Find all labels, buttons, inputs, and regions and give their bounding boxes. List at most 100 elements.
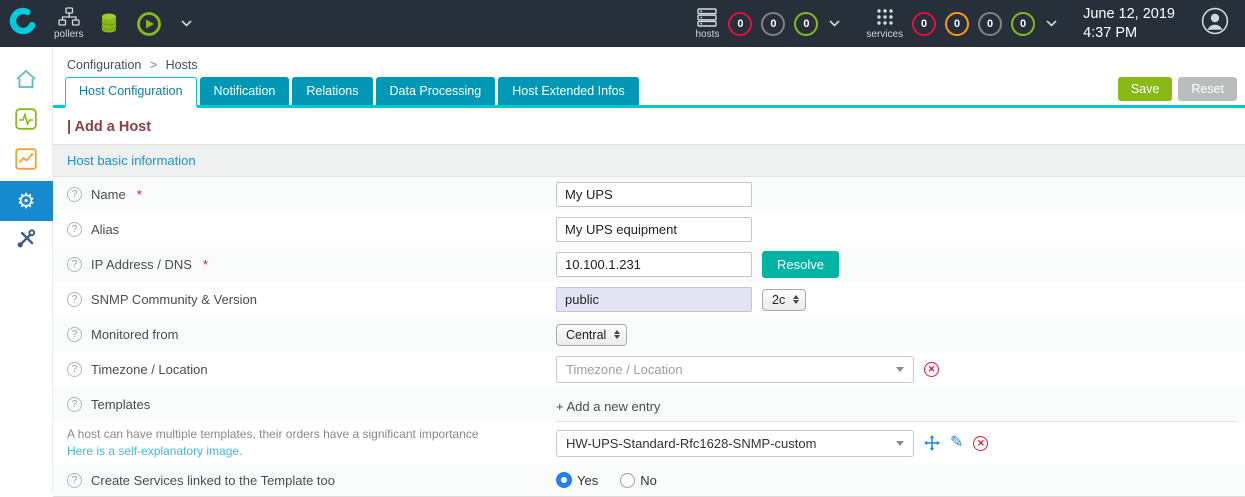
snmp-version-value: 2c — [772, 293, 785, 307]
hosts-menu[interactable]: hosts — [695, 8, 719, 40]
form-row-alias: Alias — [53, 212, 1245, 247]
help-question-icon[interactable] — [67, 187, 82, 202]
sidebar-item-configuration[interactable]: ⚙ — [0, 181, 53, 221]
name-label: Name — [91, 187, 126, 202]
hosts-up-badge[interactable]: 0 — [794, 12, 818, 36]
home-icon — [15, 69, 37, 94]
hosts-chevron-down-icon[interactable] — [829, 20, 840, 27]
dropdown-arrow-icon — [896, 367, 904, 372]
tab-relations[interactable]: Relations — [292, 77, 372, 105]
pollers-icon — [58, 7, 80, 27]
app-window: pollers ho — [0, 0, 1245, 491]
alias-input[interactable] — [556, 217, 752, 242]
main-content: Configuration > Hosts Host Configuration… — [53, 47, 1245, 491]
templates-label: Templates — [91, 397, 150, 412]
snmp-community-input[interactable] — [556, 287, 752, 312]
tab-host-configuration[interactable]: Host Configuration — [65, 77, 197, 108]
centreon-logo[interactable] — [0, 0, 46, 47]
services-menu[interactable]: services — [866, 7, 903, 40]
save-button[interactable]: Save — [1118, 77, 1173, 101]
template-selected-value: HW-UPS-Standard-Rfc1628-SNMP-custom — [566, 436, 816, 451]
tools-wrench-icon — [15, 228, 37, 255]
services-critical-badge[interactable]: 0 — [912, 12, 936, 36]
form-row-monitored-from: Monitored from Central — [53, 317, 1245, 352]
radio-unselected-icon — [620, 473, 635, 488]
ip-address-input[interactable] — [556, 252, 752, 277]
breadcrumb: Configuration > Hosts — [53, 47, 1245, 78]
tab-host-extended-infos[interactable]: Host Extended Infos — [498, 77, 639, 105]
select-arrows-icon — [793, 295, 799, 304]
form-row-templates: Templates + Add a new entry — [53, 387, 1245, 422]
hosts-icon — [697, 8, 717, 27]
breadcrumb-hosts-link[interactable]: Hosts — [166, 58, 198, 72]
form-row-ip-address: IP Address / DNS * Resolve — [53, 247, 1245, 282]
breadcrumb-separator: > — [150, 58, 157, 72]
chevron-down-icon[interactable] — [181, 20, 192, 27]
database-icon — [99, 12, 119, 35]
sidebar-item-administration[interactable] — [0, 221, 53, 261]
tab-bar: Host Configuration Notification Relation… — [53, 78, 1245, 108]
gear-icon: ⚙ — [17, 191, 36, 212]
services-chevron-down-icon[interactable] — [1046, 20, 1057, 27]
user-profile-button[interactable] — [1201, 7, 1229, 40]
timezone-clear-icon[interactable] — [924, 362, 939, 377]
tab-data-processing[interactable]: Data Processing — [376, 77, 496, 105]
hosts-label: hosts — [695, 29, 719, 40]
select-arrows-icon — [614, 330, 620, 339]
add-template-entry-link[interactable]: + Add a new entry — [556, 399, 660, 414]
help-question-icon[interactable] — [67, 362, 82, 377]
help-question-icon[interactable] — [67, 397, 82, 412]
snmp-label: SNMP Community & Version — [91, 292, 257, 307]
services-pending-badge[interactable]: 0 — [978, 12, 1002, 36]
time-text: 4:37 PM — [1083, 24, 1175, 43]
monitored-from-select[interactable]: Central — [556, 324, 627, 346]
form-row-timezone: Timezone / Location Timezone / Location — [53, 352, 1245, 387]
services-icon — [875, 7, 895, 27]
timezone-label: Timezone / Location — [91, 362, 208, 377]
help-question-icon[interactable] — [67, 292, 82, 307]
database-menu[interactable] — [99, 12, 119, 35]
sidebar: ⚙ — [0, 47, 53, 491]
tab-notification[interactable]: Notification — [200, 77, 290, 105]
form-row-template-entry: A host can have multiple templates, thei… — [53, 422, 1245, 464]
template-delete-icon[interactable] — [973, 436, 988, 451]
form-row-snmp: SNMP Community & Version 2c — [53, 282, 1245, 317]
snmp-version-select[interactable]: 2c — [762, 289, 806, 311]
sidebar-item-reporting[interactable] — [0, 141, 53, 181]
templates-help-text: A host can have multiple templates, thei… — [53, 426, 556, 461]
services-warning-badge[interactable]: 0 — [945, 12, 969, 36]
radio-selected-icon — [556, 472, 572, 488]
hosts-status-group: hosts 0 0 0 — [695, 8, 840, 40]
yes-label: Yes — [577, 473, 598, 488]
reset-button[interactable]: Reset — [1178, 77, 1237, 101]
ip-address-label: IP Address / DNS — [91, 257, 192, 272]
hosts-down-badge[interactable]: 0 — [728, 12, 752, 36]
name-input[interactable] — [556, 182, 752, 207]
services-label: services — [866, 29, 903, 40]
services-ok-badge[interactable]: 0 — [1011, 12, 1035, 36]
template-dropdown[interactable]: HW-UPS-Standard-Rfc1628-SNMP-custom — [556, 430, 914, 457]
template-edit-pencil-icon[interactable]: ✎ — [950, 435, 963, 451]
section-header-host-basic-information: Host basic information — [53, 144, 1245, 177]
services-status-group: services 0 0 0 0 — [866, 7, 1057, 40]
export-configuration-icon — [135, 10, 163, 38]
datetime: June 12, 2019 4:37 PM — [1083, 5, 1175, 43]
create-services-no-radio[interactable]: No — [620, 473, 657, 488]
breadcrumb-configuration-link[interactable]: Configuration — [67, 58, 141, 72]
template-move-icon[interactable] — [924, 435, 940, 451]
sidebar-item-monitoring[interactable] — [0, 101, 53, 141]
create-services-yes-radio[interactable]: Yes — [556, 472, 598, 488]
timezone-dropdown[interactable]: Timezone / Location — [556, 356, 914, 383]
hosts-pending-badge[interactable]: 0 — [761, 12, 785, 36]
resolve-button[interactable]: Resolve — [762, 251, 839, 278]
help-question-icon[interactable] — [67, 257, 82, 272]
monitoring-pulse-icon — [15, 108, 37, 135]
pollers-menu[interactable]: pollers — [54, 7, 83, 40]
help-question-icon[interactable] — [67, 222, 82, 237]
sidebar-item-home[interactable] — [0, 61, 53, 101]
help-question-icon[interactable] — [67, 327, 82, 342]
help-question-icon[interactable] — [67, 473, 82, 488]
user-icon — [1201, 7, 1229, 40]
templates-help-link[interactable]: Here is a self-explanatory image. — [67, 444, 242, 458]
export-configuration-menu[interactable] — [135, 10, 163, 38]
